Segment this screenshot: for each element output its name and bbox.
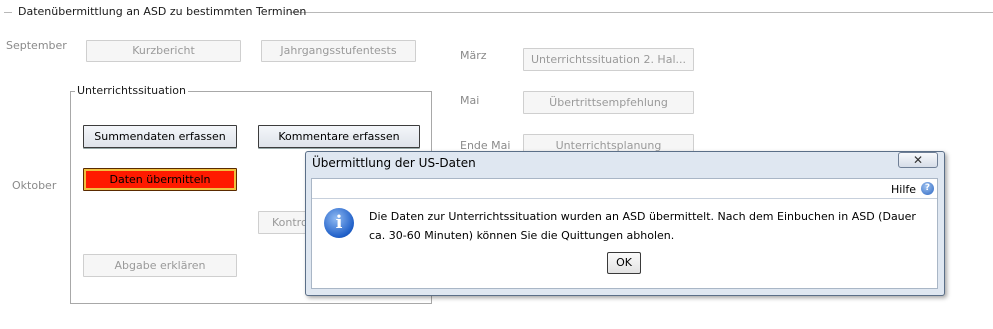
month-label-september: September	[6, 39, 67, 52]
group-border	[4, 12, 12, 13]
unterrichtssituation-title: Unterrichtssituation	[75, 84, 188, 97]
month-label-maerz: März	[460, 49, 487, 62]
help-link[interactable]: Hilfe	[891, 183, 916, 196]
abgabe-erklaeren-button[interactable]: Abgabe erklären	[83, 254, 237, 277]
help-icon[interactable]: ?	[921, 182, 934, 195]
daten-uebermitteln-button[interactable]: Daten übermitteln	[83, 168, 237, 191]
kurzbericht-button[interactable]: Kurzbericht	[86, 40, 241, 62]
month-label-mai: Mai	[460, 94, 480, 107]
dialog-title: Übermittlung der US-Daten	[312, 156, 476, 170]
summendaten-erfassen-button[interactable]: Summendaten erfassen	[83, 125, 237, 148]
help-bar	[312, 179, 937, 199]
close-icon: ✕	[912, 153, 924, 167]
dialog-message: Die Daten zur Unterrichtssituation wurde…	[369, 210, 916, 242]
ok-button[interactable]: OK	[607, 252, 641, 274]
group-title: Datenübermittlung an ASD zu bestimmten T…	[18, 5, 307, 18]
close-button[interactable]: ✕	[898, 152, 938, 168]
uebertrittsempfehlung-button[interactable]: Übertrittsempfehlung	[523, 91, 694, 114]
group-border	[290, 12, 993, 13]
jahrgangsstufentests-button[interactable]: Jahrgangsstufentests	[261, 40, 416, 62]
unterrichtssituation-2-halbjahr-button[interactable]: Unterrichtssituation 2. Hal...	[523, 48, 694, 71]
info-icon: i	[324, 208, 354, 238]
month-label-oktober: Oktober	[12, 179, 57, 192]
kommentare-erfassen-button[interactable]: Kommentare erfassen	[258, 125, 420, 148]
